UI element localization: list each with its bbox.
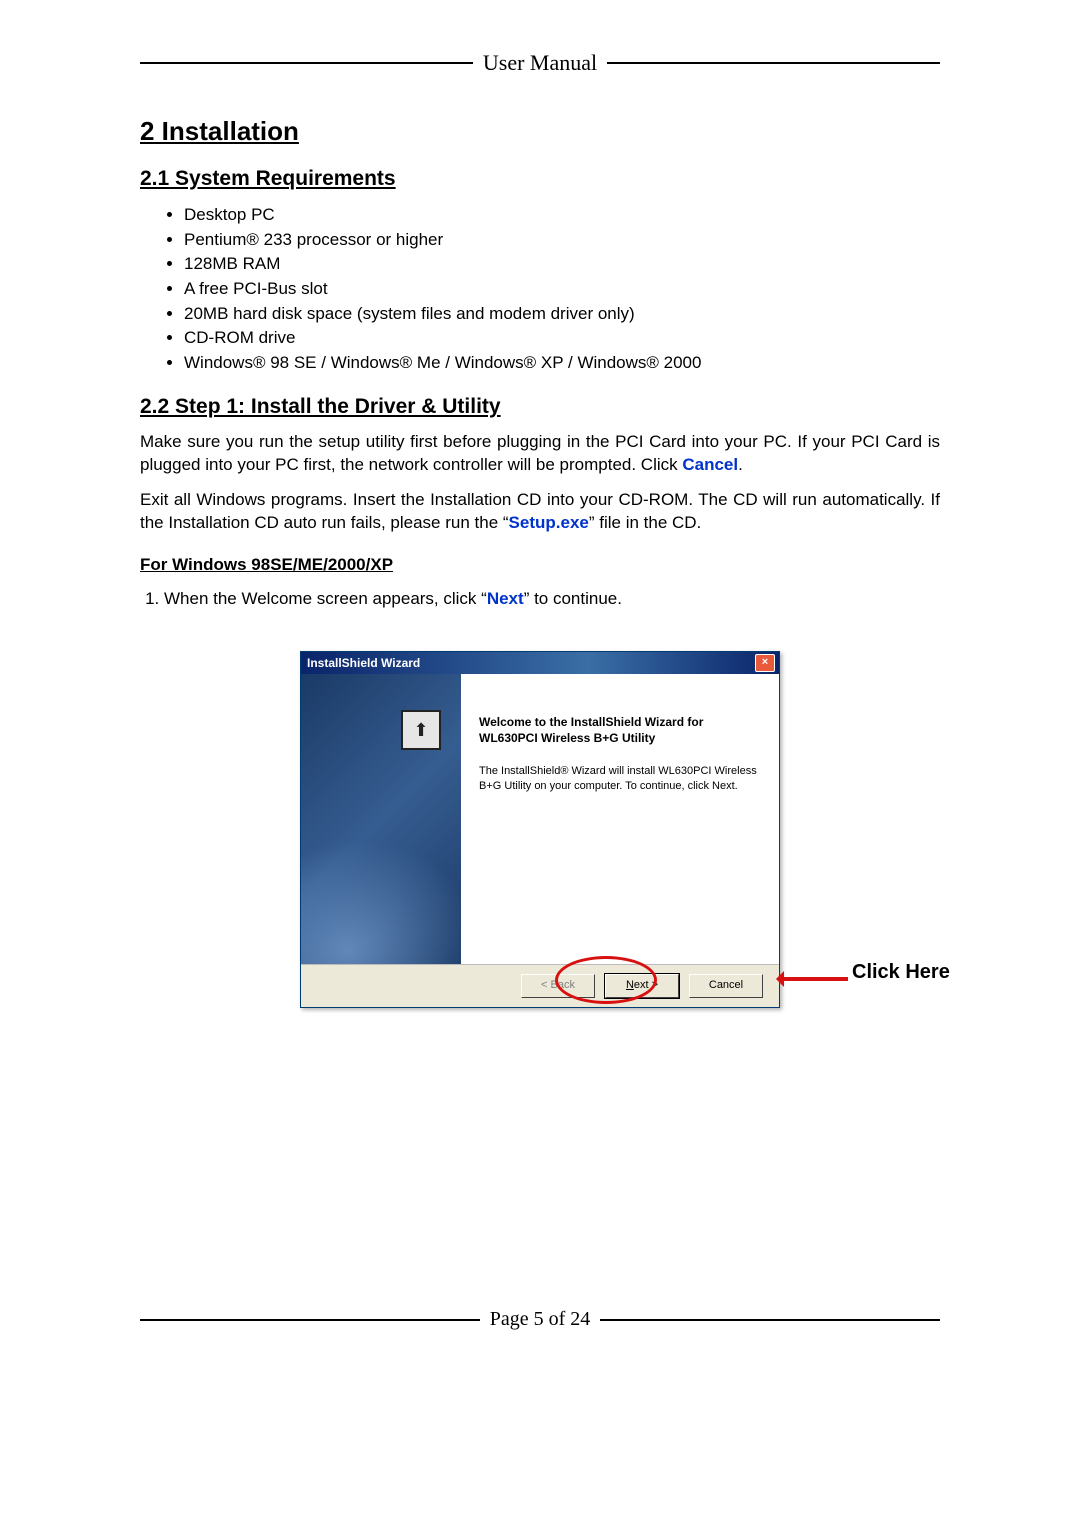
- footer-rule-right: [600, 1319, 940, 1321]
- paragraph-1-text-a: Make sure you run the setup utility firs…: [140, 432, 940, 474]
- close-icon: ×: [762, 656, 768, 668]
- callout-arrow: [780, 977, 848, 981]
- header: User Manual: [140, 50, 940, 76]
- step-1-text-c: ” to continue.: [524, 589, 622, 608]
- list-item: Pentium® 233 processor or higher: [184, 228, 940, 253]
- paragraph-2-text-c: ” file in the CD.: [589, 513, 701, 532]
- next-keyword: Next: [487, 589, 524, 608]
- list-item: CD-ROM drive: [184, 326, 940, 351]
- step-list: When the Welcome screen appears, click “…: [140, 587, 940, 611]
- back-button[interactable]: < Back: [521, 974, 595, 998]
- section-title: 2 Installation: [140, 116, 940, 147]
- list-item: Desktop PC: [184, 203, 940, 228]
- paragraph-1: Make sure you run the setup utility firs…: [140, 431, 940, 477]
- next-rest: ext >: [634, 979, 658, 991]
- footer-page: Page 5 of 24: [490, 1308, 591, 1331]
- step-1: When the Welcome screen appears, click “…: [164, 587, 940, 611]
- header-rule-left: [140, 62, 473, 64]
- paragraph-1-text-c: .: [738, 455, 743, 474]
- dialog-welcome-text: Welcome to the InstallShield Wizard for …: [479, 714, 759, 746]
- list-item: A free PCI-Bus slot: [184, 277, 940, 302]
- next-button[interactable]: Next >: [605, 974, 679, 998]
- close-button[interactable]: ×: [755, 654, 775, 672]
- dialog-footer: < Back Next > Cancel: [301, 964, 779, 1007]
- sidebar-swoosh: [301, 789, 461, 964]
- dialog-sidebar: ⬆: [301, 674, 461, 964]
- footer: Page 5 of 24: [140, 1308, 940, 1331]
- installshield-dialog: InstallShield Wizard × ⬆ Welcome to the …: [300, 651, 780, 1008]
- header-title: User Manual: [483, 50, 597, 76]
- subsection-2-2-title: 2.2 Step 1: Install the Driver & Utility: [140, 395, 940, 419]
- step-1-text-a: When the Welcome screen appears, click “: [164, 589, 487, 608]
- subsection-2-1-title: 2.1 System Requirements: [140, 167, 940, 191]
- installer-icon: ⬆: [401, 710, 441, 750]
- dialog-body: ⬆ Welcome to the InstallShield Wizard fo…: [301, 674, 779, 964]
- next-underline: N: [626, 979, 634, 991]
- dialog-description: The InstallShield® Wizard will install W…: [479, 764, 759, 794]
- dialog-content: Welcome to the InstallShield Wizard for …: [461, 674, 779, 964]
- dialog-title-text: InstallShield Wizard: [307, 656, 420, 670]
- cancel-button[interactable]: Cancel: [689, 974, 763, 998]
- cancel-keyword: Cancel: [682, 455, 738, 474]
- header-rule-right: [607, 62, 940, 64]
- list-item: 20MB hard disk space (system files and m…: [184, 302, 940, 327]
- dialog-titlebar: InstallShield Wizard ×: [301, 652, 779, 674]
- setup-exe-keyword: Setup.exe: [509, 513, 589, 532]
- list-item: Windows® 98 SE / Windows® Me / Windows® …: [184, 351, 940, 376]
- list-item: 128MB RAM: [184, 252, 940, 277]
- system-requirements-list: Desktop PC Pentium® 233 processor or hig…: [166, 203, 940, 375]
- screenshot-wrapper: InstallShield Wizard × ⬆ Welcome to the …: [140, 651, 940, 1008]
- paragraph-2: Exit all Windows programs. Insert the In…: [140, 489, 940, 535]
- callout-text: Click Here: [852, 961, 950, 984]
- platform-heading: For Windows 98SE/ME/2000/XP: [140, 555, 940, 575]
- footer-rule-left: [140, 1319, 480, 1321]
